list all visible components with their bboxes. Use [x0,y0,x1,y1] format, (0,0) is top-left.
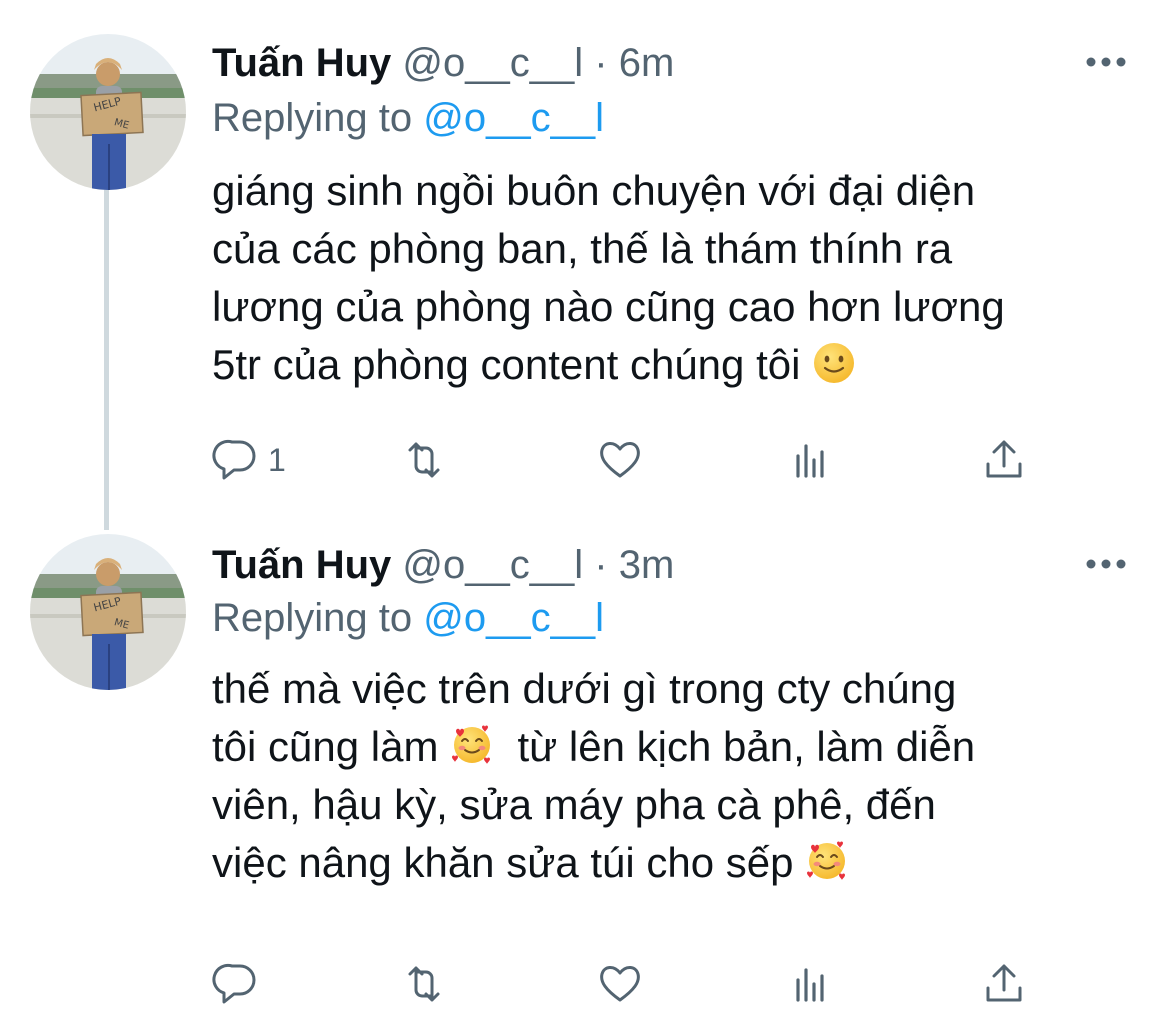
author-handle[interactable]: @o__c__l [402,41,583,85]
tweet-text-line: 5tr của phòng content chúng tôi [212,336,1132,394]
replying-to-label: Replying to [212,96,413,140]
tweet-actions: 1 [212,434,1052,486]
tweet-text-segment: tôi cũng làm [212,723,439,770]
tweet-text-line: thế mà việc trên dưới gì trong cty chúng [212,665,957,712]
retweet-button[interactable] [400,958,448,1010]
tweet-text-segment: từ lên kịch bản, làm diễn [517,723,976,770]
heart-icon [600,442,640,478]
tweet-text-line: giáng sinh ngồi buôn chuyện với đại diện [212,167,976,214]
more-horizontal-icon [1086,57,1126,67]
retweet-icon [408,442,440,478]
views-chart-icon [796,968,824,1002]
separator-dot: · [594,41,608,85]
retweet-icon [408,966,440,1002]
like-button[interactable] [596,434,644,486]
share-button[interactable] [980,434,1028,486]
views-button[interactable] [788,958,836,1010]
views-chart-icon [796,444,824,478]
avatar[interactable]: HELP ME [30,34,186,190]
tweet-time[interactable]: 3m [619,543,675,587]
reply-bubble-icon [212,439,256,480]
reply-button[interactable] [212,958,268,1010]
more-horizontal-icon [1086,559,1126,569]
replying-to: Replying to @o__c__l [212,92,604,144]
tweet-text-line: của các phòng ban, thế là thám thính ra [212,225,953,272]
avatar-photo-icon: HELP ME [30,34,186,190]
slightly-smiling-face-emoji [814,343,855,383]
smiling-face-with-hearts-emoji [452,725,491,764]
more-options-button[interactable] [1084,50,1128,74]
author-handle[interactable]: @o__c__l [402,543,583,587]
tweet-text-segment: việc nâng khăn sửa túi cho sếp [212,839,794,886]
like-button[interactable] [596,958,644,1010]
separator-dot: · [594,543,608,587]
tweet-text-line: lương của phòng nào cũng cao hơn lương [212,283,1005,330]
tweet-2[interactable]: HELP ME Tuấn Huy @o__c__l · 3m Replying … [0,510,1170,1029]
share-upload-icon [986,964,1022,1002]
tweet-time[interactable]: 6m [619,41,675,85]
tweet-header: Tuấn Huy @o__c__l · 3m [212,540,674,590]
heart-icon [600,966,640,1002]
tweet-header: Tuấn Huy @o__c__l · 6m [212,38,674,88]
tweet-text-line: viên, hậu kỳ, sửa máy pha cà phê, đến [212,781,936,828]
retweet-button[interactable] [400,434,448,486]
author-name[interactable]: Tuấn Huy [212,543,391,587]
tweet-text: giáng sinh ngồi buôn chuyện với đại diện… [212,162,1132,394]
reply-count: 1 [268,441,286,478]
replying-to-link[interactable]: @o__c__l [423,96,604,140]
more-options-button[interactable] [1084,552,1128,576]
views-button[interactable] [788,434,836,486]
share-button[interactable] [980,958,1028,1010]
share-upload-icon [986,440,1022,478]
replying-to-link[interactable]: @o__c__l [423,596,604,640]
reply-button[interactable]: 1 [212,434,286,486]
tweet-text-line: tôi cũng làm từ lên kịch bản, làm diễn [212,718,1132,776]
tweet-text-line: việc nâng khăn sửa túi cho sếp [212,834,1132,892]
tweet-text: thế mà việc trên dưới gì trong cty chúng… [212,660,1132,892]
reply-bubble-icon [212,963,256,1004]
smiling-face-with-hearts-emoji [807,841,846,880]
tweet-text-segment: 5tr của phòng content chúng tôi [212,341,801,388]
tweet-actions [212,958,1052,1010]
avatar-photo-icon: HELP ME [30,534,186,690]
replying-to-label: Replying to [212,596,413,640]
avatar[interactable]: HELP ME [30,534,186,690]
tweet-1[interactable]: HELP ME Tuấn Huy @o__c__l · 6m Replying … [0,0,1170,510]
author-name[interactable]: Tuấn Huy [212,41,391,85]
replying-to: Replying to @o__c__l [212,592,604,644]
